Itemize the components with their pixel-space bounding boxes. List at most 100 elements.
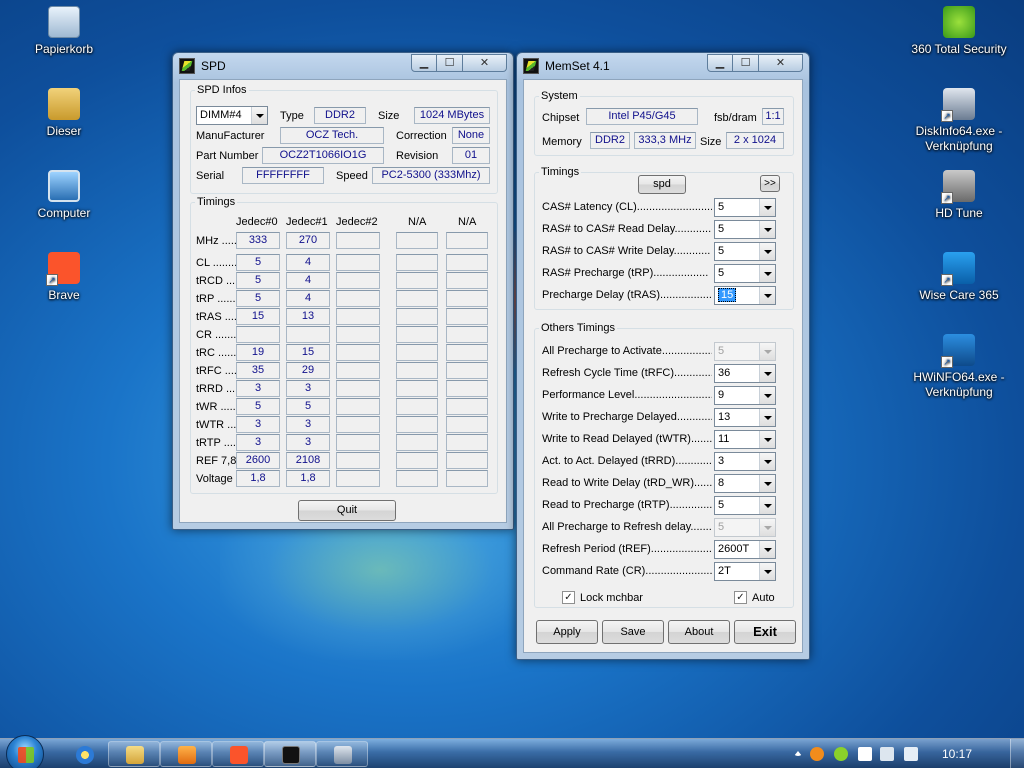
- timing-select[interactable]: 5: [714, 264, 776, 283]
- minimize-button[interactable]: ▁: [411, 54, 437, 72]
- spd-window-title: SPD: [201, 59, 226, 73]
- timings-header-na1: N/A: [408, 216, 427, 228]
- timing-value-empty: [336, 272, 380, 289]
- timing-value-empty: [336, 308, 380, 325]
- timing-value-jedec1: 29: [286, 362, 330, 379]
- timing-select[interactable]: 9: [714, 386, 776, 405]
- desktop-icon-wisecare[interactable]: ↗ Wise Care 365: [904, 252, 1014, 303]
- save-button[interactable]: Save: [602, 620, 664, 644]
- quit-button[interactable]: Quit: [298, 500, 396, 521]
- chevron-down-icon: [759, 519, 775, 536]
- desktop-icon-hwinfo[interactable]: ↗ HWiNFO64.exe - Verknüpfung: [904, 334, 1014, 400]
- taskbar-brave[interactable]: [212, 741, 264, 767]
- wisecare-icon: ↗: [941, 252, 975, 286]
- desktop-icon-computer[interactable]: Computer: [9, 170, 119, 221]
- correction-value: None: [452, 127, 490, 144]
- show-desktop-button[interactable]: [1010, 739, 1024, 768]
- timing-row-label: tRFC .....: [196, 365, 240, 377]
- auto-checkbox[interactable]: ✓: [734, 591, 747, 604]
- tray-360-icon[interactable]: [834, 747, 848, 761]
- timing-select[interactable]: 5: [714, 496, 776, 515]
- timing-value-jedec0: 3: [236, 416, 280, 433]
- computer-icon: [48, 170, 80, 202]
- timing-label: All Precharge to Refresh delay.........: [542, 521, 712, 533]
- maximize-button[interactable]: ☐: [733, 54, 759, 72]
- spd-caption-buttons: ▁ ☐ ✕: [411, 54, 507, 72]
- show-hidden-icons-icon[interactable]: [794, 751, 802, 756]
- timing-row-label: tRRD .....: [196, 383, 242, 395]
- speed-label: Speed: [336, 170, 368, 182]
- timing-value-jedec1: 3: [286, 416, 330, 433]
- timing-label: All Precharge to Activate...............…: [542, 345, 712, 357]
- taskbar-explorer[interactable]: [108, 741, 160, 767]
- taskbar-media-player[interactable]: [160, 741, 212, 767]
- timing-select[interactable]: 8: [714, 474, 776, 493]
- chevron-down-icon: [759, 265, 775, 282]
- timing-value-empty: [396, 308, 438, 325]
- hardware-app-icon: [334, 746, 352, 764]
- timing-select[interactable]: 15: [714, 286, 776, 305]
- memset-app-icon: [179, 58, 195, 74]
- timing-select[interactable]: 11: [714, 430, 776, 449]
- timing-select[interactable]: 3: [714, 452, 776, 471]
- volume-icon[interactable]: [904, 747, 918, 761]
- timing-value-empty: [336, 290, 380, 307]
- timing-select[interactable]: 36: [714, 364, 776, 383]
- apply-button[interactable]: Apply: [536, 620, 598, 644]
- timing-value-empty: [396, 362, 438, 379]
- minimize-button[interactable]: ▁: [707, 54, 733, 72]
- network-icon[interactable]: [880, 747, 894, 761]
- timing-select[interactable]: 5: [714, 198, 776, 217]
- timing-value-jedec1: 3: [286, 380, 330, 397]
- timing-select[interactable]: 2T: [714, 562, 776, 581]
- manufacturer-label: ManuFacturer: [196, 130, 265, 142]
- timing-select-value: 13: [718, 411, 731, 423]
- timing-value-jedec0: 5: [236, 398, 280, 415]
- timing-value-empty: [396, 272, 438, 289]
- close-button[interactable]: ✕: [463, 54, 507, 72]
- maximize-icon: ☐: [444, 56, 455, 69]
- start-button[interactable]: [6, 735, 44, 768]
- timing-value-empty: [446, 398, 488, 415]
- serial-label: Serial: [196, 170, 225, 182]
- revision-value: 01: [452, 147, 490, 164]
- expand-button[interactable]: >>: [760, 175, 780, 192]
- about-button[interactable]: About: [668, 620, 730, 644]
- timing-select[interactable]: 2600T: [714, 540, 776, 559]
- taskbar-memset[interactable]: [264, 741, 316, 767]
- hdtune-icon: ↗: [941, 170, 975, 204]
- desktop-icon-user-folder[interactable]: Dieser: [9, 88, 119, 139]
- timing-value-jedec0: 19: [236, 344, 280, 361]
- clock[interactable]: 10:17: [942, 747, 972, 761]
- lock-mchbar-checkbox[interactable]: ✓: [562, 591, 575, 604]
- timing-select-value: 5: [718, 345, 725, 357]
- timing-value-empty: [446, 326, 488, 343]
- timing-label: Read to Precharge (tRTP)................…: [542, 499, 712, 511]
- timing-select[interactable]: 5: [714, 242, 776, 261]
- desktop-icon-diskinfo[interactable]: ↗ DiskInfo64.exe - Verknüpfung: [904, 88, 1014, 154]
- taskbar-app[interactable]: [316, 741, 368, 767]
- desktop-icon-360-security[interactable]: 360 Total Security: [904, 6, 1014, 57]
- timing-select[interactable]: 5: [714, 220, 776, 239]
- timing-select-value: 5: [718, 267, 725, 279]
- timing-value-empty: [336, 254, 380, 271]
- timing-value-empty: [396, 344, 438, 361]
- action-center-flag-icon[interactable]: [858, 747, 872, 761]
- desktop-icon-recycle-bin[interactable]: Papierkorb: [9, 6, 119, 57]
- maximize-button[interactable]: ☐: [437, 54, 463, 72]
- tray-app-icon[interactable]: [810, 747, 824, 761]
- spd-button[interactable]: spd: [638, 175, 686, 194]
- timing-value-empty: [446, 254, 488, 271]
- exit-button[interactable]: Exit: [734, 620, 796, 644]
- spd-titlebar[interactable]: SPD ▁ ☐ ✕: [173, 53, 513, 79]
- timing-value-empty: [446, 272, 488, 289]
- timing-select[interactable]: 13: [714, 408, 776, 427]
- desktop-icon-hdtune[interactable]: ↗ HD Tune: [904, 170, 1014, 221]
- memset-titlebar[interactable]: MemSet 4.1 ▁ ☐ ✕: [517, 53, 809, 79]
- close-button[interactable]: ✕: [759, 54, 803, 72]
- taskbar-internet-explorer[interactable]: [58, 741, 110, 767]
- timing-value-empty: [446, 362, 488, 379]
- desktop-icon-brave[interactable]: ↗ Brave: [9, 252, 119, 303]
- dimm-select[interactable]: DIMM#4: [196, 106, 268, 125]
- timing-value-jedec1: 2108: [286, 452, 330, 469]
